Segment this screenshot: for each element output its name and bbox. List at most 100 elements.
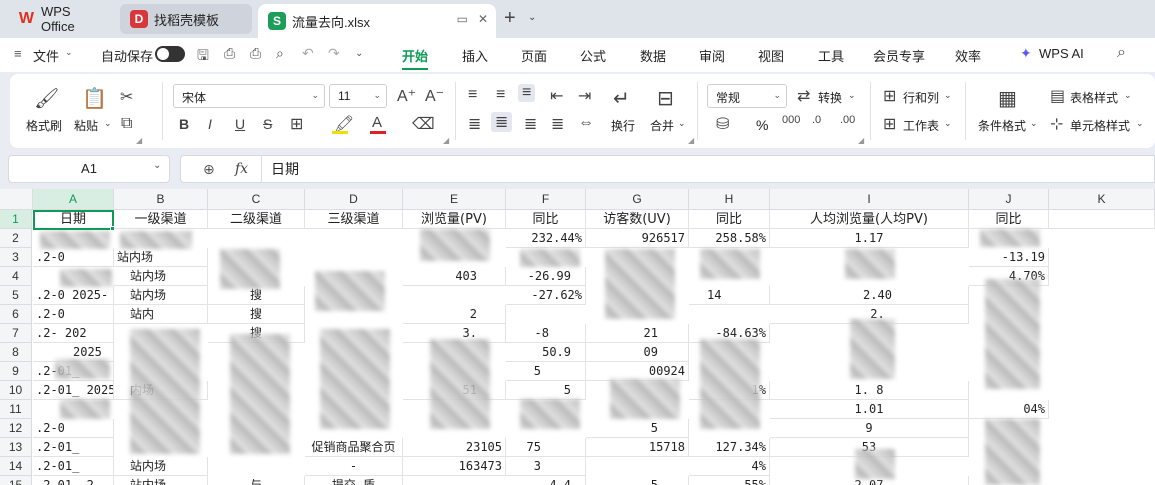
increase-indent-icon[interactable]: ⇥ bbox=[578, 86, 591, 106]
cell-f2[interactable]: 232.44% bbox=[506, 229, 586, 248]
align-bottom-icon[interactable]: ≡ bbox=[518, 84, 536, 102]
cell-a13[interactable]: .2-01_ bbox=[33, 438, 114, 457]
table-style-button[interactable]: 表格样式 bbox=[1070, 89, 1118, 106]
formula-input[interactable]: ⊕ fx 日期 bbox=[180, 155, 1155, 183]
cell-f9[interactable]: 5 bbox=[506, 362, 586, 381]
row-header-1[interactable]: 1 bbox=[0, 210, 32, 229]
header-cell-uv[interactable]: 访客数(UV) bbox=[586, 210, 689, 229]
cell-b4[interactable]: 站内场 bbox=[114, 267, 208, 286]
cell-e13[interactable]: 23105 bbox=[403, 438, 506, 457]
cell-b5[interactable]: 站内场 bbox=[114, 286, 208, 305]
header-cell-channel-2[interactable]: 二级渠道 bbox=[208, 210, 305, 229]
header-cell-uv-yoy[interactable]: 同比 bbox=[689, 210, 770, 229]
row-header-9[interactable]: 9 bbox=[0, 362, 32, 381]
chevron-down-icon[interactable]: ⌄ bbox=[944, 118, 952, 129]
cell-b6[interactable]: 站内 bbox=[114, 305, 208, 324]
fx-icon[interactable]: fx bbox=[235, 156, 248, 182]
italic-icon[interactable]: I bbox=[208, 116, 212, 132]
cell-a6[interactable]: .2-0 bbox=[33, 305, 114, 324]
search-icon[interactable]: ⌕ bbox=[1117, 44, 1126, 62]
fill-handle[interactable] bbox=[110, 226, 115, 231]
export-pdf-icon[interactable]: ⎙ bbox=[224, 45, 235, 62]
worksheet-button[interactable]: 工作表 bbox=[903, 117, 939, 134]
clipboard-expand-icon[interactable]: ◢ bbox=[136, 136, 142, 145]
row-header-14[interactable]: 14 bbox=[0, 457, 32, 476]
row-col-button[interactable]: 行和列 bbox=[903, 89, 939, 106]
cell-h13[interactable]: 127.34% bbox=[689, 438, 770, 457]
wrap-text-button[interactable]: 换行 bbox=[611, 117, 635, 134]
row-header-5[interactable]: 5 bbox=[0, 286, 32, 305]
cell-h14[interactable]: 4% bbox=[689, 457, 770, 476]
chevron-down-icon[interactable]: ⌄ bbox=[1124, 90, 1132, 101]
row-header-4[interactable]: 4 bbox=[0, 267, 32, 286]
column-header-a[interactable]: A bbox=[33, 189, 114, 210]
menu-tools[interactable]: 工具 bbox=[818, 46, 844, 65]
cell-a15[interactable]: .2-01_ 2 bbox=[33, 476, 114, 485]
cell-g15[interactable]: 5 bbox=[586, 476, 689, 485]
tab-wps-office[interactable]: W WPS Office bbox=[8, 4, 114, 34]
row-header-15[interactable]: 15 bbox=[0, 476, 32, 485]
menu-review[interactable]: 审阅 bbox=[699, 46, 725, 65]
cell-f13[interactable]: 75 bbox=[506, 438, 586, 457]
column-header-d[interactable]: D bbox=[305, 189, 403, 210]
align-middle-icon[interactable]: ≡ bbox=[496, 86, 505, 104]
cell-b3[interactable]: 站内场 bbox=[114, 248, 208, 267]
cell-c6[interactable]: 搜 bbox=[208, 305, 305, 324]
cell-i12[interactable]: 9 bbox=[770, 419, 969, 438]
cell-a12[interactable]: .2-0 bbox=[33, 419, 114, 438]
header-cell-pv-yoy[interactable]: 同比 bbox=[506, 210, 586, 229]
decrease-indent-icon[interactable]: ⇤ bbox=[550, 86, 563, 106]
cell-d14[interactable]: - bbox=[305, 457, 403, 476]
undo-icon[interactable]: ↶ bbox=[302, 45, 314, 62]
print-preview-icon[interactable]: ⌕ bbox=[276, 45, 284, 62]
name-box[interactable]: A1 bbox=[8, 155, 170, 183]
menu-data[interactable]: 数据 bbox=[640, 46, 666, 65]
header-cell-channel-3[interactable]: 三级渠道 bbox=[305, 210, 403, 229]
autosave-toggle[interactable] bbox=[155, 46, 185, 62]
border-icon[interactable]: ⊞ bbox=[290, 114, 303, 134]
row-header-6[interactable]: 6 bbox=[0, 305, 32, 324]
tab-list-chevron-icon[interactable]: ⌄ bbox=[528, 12, 536, 23]
merge-chevron-icon[interactable]: ⌄ bbox=[678, 118, 686, 129]
chevron-down-icon[interactable]: ⌄ bbox=[944, 90, 952, 101]
cell-e6[interactable]: 2 bbox=[403, 305, 506, 324]
cell-g2[interactable]: 926517 bbox=[586, 229, 689, 248]
column-header-e[interactable]: E bbox=[403, 189, 506, 210]
select-all-corner[interactable] bbox=[0, 189, 33, 210]
close-tab-icon[interactable]: ✕ bbox=[478, 12, 488, 26]
cell-a5[interactable]: .2-0 2025- bbox=[33, 286, 114, 305]
align-top-icon[interactable]: ≡ bbox=[468, 86, 477, 104]
menu-file[interactable]: 文件 bbox=[33, 46, 59, 65]
row-header-12[interactable]: 12 bbox=[0, 419, 32, 438]
zoom-icon[interactable]: ⊕ bbox=[203, 156, 215, 182]
chevron-down-icon[interactable]: ⌄ bbox=[848, 90, 856, 101]
menu-page[interactable]: 页面 bbox=[521, 46, 547, 65]
cell-f14[interactable]: 3 bbox=[506, 457, 586, 476]
cell-h15[interactable]: .55% bbox=[689, 476, 770, 485]
column-header-k[interactable]: K bbox=[1049, 189, 1155, 210]
menu-formula[interactable]: 公式 bbox=[580, 46, 606, 65]
font-expand-icon[interactable]: ◢ bbox=[443, 136, 449, 145]
cell-a14[interactable]: .2-01_ bbox=[33, 457, 114, 476]
font-name-select[interactable]: 宋体 ⌄ bbox=[173, 84, 325, 108]
chevron-down-icon[interactable]: ⌄ bbox=[65, 47, 73, 58]
cell-k1[interactable] bbox=[1049, 210, 1155, 229]
row-header-13[interactable]: 13 bbox=[0, 438, 32, 457]
paste-chevron-icon[interactable]: ⌄ bbox=[104, 118, 112, 129]
quick-access-more-icon[interactable]: ⌄ bbox=[355, 48, 363, 59]
menu-efficiency[interactable]: 效率 bbox=[955, 46, 981, 65]
number-expand-icon[interactable]: ◢ bbox=[858, 136, 864, 145]
new-tab-icon[interactable]: + bbox=[504, 7, 516, 30]
row-header-8[interactable]: 8 bbox=[0, 343, 32, 362]
cell-d15[interactable]: 提交 质 bbox=[305, 476, 403, 485]
row-header-7[interactable]: 7 bbox=[0, 324, 32, 343]
merge-button[interactable]: 合并 bbox=[650, 117, 674, 134]
cell-i11[interactable]: 1.01 bbox=[770, 400, 969, 419]
decrease-decimal-icon[interactable]: .00 bbox=[840, 114, 855, 126]
cell-e4[interactable]: 403 bbox=[403, 267, 506, 286]
align-center-icon[interactable]: ≣ bbox=[491, 112, 513, 132]
menu-insert[interactable]: 插入 bbox=[462, 46, 488, 65]
column-header-c[interactable]: C bbox=[208, 189, 305, 210]
cell-e14[interactable]: 163473 bbox=[403, 457, 506, 476]
cell-f15[interactable]: -4.4 bbox=[506, 476, 586, 485]
